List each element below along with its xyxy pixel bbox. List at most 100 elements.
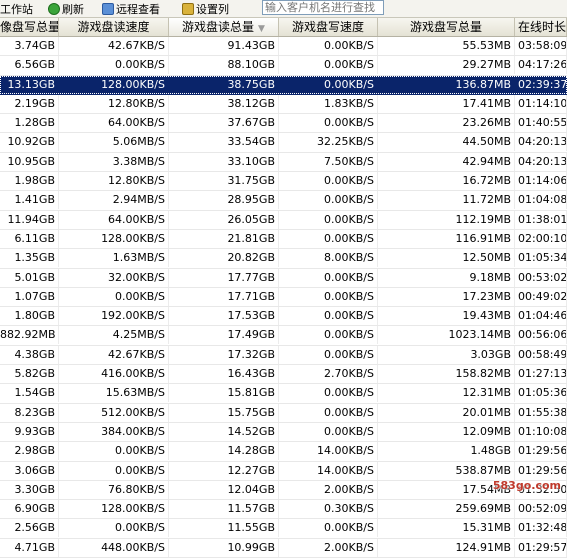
online-time-cell: 00:58:49 bbox=[515, 345, 567, 364]
game-write-speed-cell: 32.25KB/S bbox=[279, 133, 378, 152]
table-row[interactable]: 10.95GB 3.38MB/S 33.10GB 7.50KB/S 42.94MB 04:… bbox=[0, 152, 567, 173]
game-write-speed-cell: 14.00KB/S bbox=[279, 442, 378, 461]
table-row[interactable]: 6.90GB 128.00KB/S 11.57GB 0.30KB/S 259.69MB 0… bbox=[0, 500, 567, 520]
refresh-label: 刷新 bbox=[62, 2, 84, 16]
column-header-game-read-total[interactable]: 游戏盘读总量 ▼ bbox=[169, 18, 279, 36]
table-row[interactable]: 1.41GB 2.94MB/S 28.95GB 0.00KB/S 11.72MB 01:0… bbox=[0, 191, 567, 211]
game-read-speed-cell: 0.00KB/S bbox=[59, 442, 169, 461]
table-row[interactable]: 6.11GB 128.00KB/S 21.81GB 0.00KB/S 116.91MB 0… bbox=[0, 229, 567, 250]
game-write-speed-cell: 1.83KB/S bbox=[279, 94, 378, 113]
game-write-speed-cell: 0.00KB/S bbox=[279, 172, 378, 191]
search-input[interactable] bbox=[262, 0, 384, 15]
game-read-total-cell: 37.67GB bbox=[169, 114, 279, 133]
column-header-image-write-total[interactable]: 像盘写总量 bbox=[0, 18, 59, 36]
game-read-speed-cell: 0.00KB/S bbox=[59, 287, 169, 306]
image-write-total-cell: 6.90GB bbox=[0, 500, 59, 519]
game-read-speed-cell: 384.00KB/S bbox=[59, 422, 169, 441]
game-read-total-cell: 38.75GB bbox=[169, 75, 279, 94]
game-read-speed-cell: 42.67KB/S bbox=[59, 345, 169, 364]
game-write-speed-cell: 14.00KB/S bbox=[279, 461, 378, 480]
game-write-speed-cell: 8.00KB/S bbox=[279, 249, 378, 268]
game-write-speed-cell: 0.00KB/S bbox=[279, 422, 378, 441]
table-row[interactable]: 3.06GB 0.00KB/S 12.27GB 14.00KB/S 538.87MB 01… bbox=[0, 461, 567, 481]
set-columns-button[interactable]: 设置列 bbox=[182, 0, 248, 17]
game-read-total-cell: 26.05GB bbox=[169, 210, 279, 229]
column-header-game-read-speed[interactable]: 游戏盘读速度 bbox=[59, 18, 169, 36]
game-write-total-cell: 136.87MB bbox=[378, 75, 515, 94]
column-header-game-write-speed[interactable]: 游戏盘写速度 bbox=[279, 18, 378, 36]
table-row[interactable]: 11.94GB 64.00KB/S 26.05GB 0.00KB/S 112.19MB 0… bbox=[0, 210, 567, 230]
game-read-speed-cell: 76.80KB/S bbox=[59, 480, 169, 499]
column-header-game-write-total[interactable]: 游戏盘写总量 bbox=[378, 18, 515, 36]
table-row[interactable]: 882.92MB 4.25MB/S 17.49GB 0.00KB/S 1023.14MB… bbox=[0, 326, 567, 346]
online-time-cell: 00:56:06 bbox=[515, 326, 567, 345]
table-row[interactable]: 10.92GB 5.06MB/S 33.54GB 32.25KB/S 44.50MB 04… bbox=[0, 133, 567, 153]
table-row[interactable]: 6.56GB 0.00KB/S 88.10GB 0.00KB/S 29.27MB 04:1… bbox=[0, 56, 567, 76]
table-row[interactable]: 1.98GB 12.80KB/S 31.75GB 0.00KB/S 16.72MB 01:… bbox=[0, 172, 567, 192]
game-write-speed-cell: 0.00KB/S bbox=[279, 37, 378, 55]
table-row[interactable]: 1.35GB 1.63MB/S 20.82GB 8.00KB/S 12.50MB 01:0… bbox=[0, 249, 567, 269]
game-write-total-cell: 23.26MB bbox=[378, 114, 515, 133]
game-read-speed-cell: 3.38MB/S bbox=[59, 152, 169, 171]
table-row[interactable]: 5.82GB 416.00KB/S 16.43GB 2.70KB/S 158.82MB 0… bbox=[0, 365, 567, 385]
game-write-speed-cell: 0.00KB/S bbox=[279, 268, 378, 287]
game-write-speed-cell: 2.00KB/S bbox=[279, 538, 378, 557]
image-write-total-cell: 8.23GB bbox=[0, 403, 59, 422]
table-row[interactable]: 3.30GB 76.80KB/S 12.04GB 2.00KB/S 17.54MB 01:… bbox=[0, 480, 567, 501]
game-write-speed-cell: 0.00KB/S bbox=[279, 114, 378, 133]
game-write-speed-cell: 0.00KB/S bbox=[279, 210, 378, 229]
table-row[interactable]: 1.54GB 15.63MB/S 15.81GB 0.00KB/S 12.31MB 01:… bbox=[0, 384, 567, 404]
game-read-total-cell: 33.10GB bbox=[169, 152, 279, 171]
table-row[interactable]: 4.71GB 448.00KB/S 10.99GB 2.00KB/S 124.91MB 0… bbox=[0, 538, 567, 558]
client-table: 3.74GB 42.67KB/S 91.43GB 0.00KB/S 55.53MB 03:… bbox=[0, 37, 567, 558]
game-write-speed-cell: 0.30KB/S bbox=[279, 500, 378, 519]
game-read-total-cell: 17.71GB bbox=[169, 287, 279, 306]
image-write-total-cell: 1.80GB bbox=[0, 307, 59, 326]
game-read-total-cell: 28.95GB bbox=[169, 191, 279, 210]
game-write-speed-cell: 0.00KB/S bbox=[279, 75, 378, 94]
game-write-total-cell: 158.82MB bbox=[378, 365, 515, 384]
image-write-total-cell: 1.54GB bbox=[0, 384, 59, 403]
table-row[interactable]: 1.28GB 64.00KB/S 37.67GB 0.00KB/S 23.26MB 01:… bbox=[0, 114, 567, 134]
sort-descending-icon: ▼ bbox=[258, 24, 265, 34]
table-row[interactable]: 2.19GB 12.80KB/S 38.12GB 1.83KB/S 17.41MB 01:… bbox=[0, 94, 567, 115]
image-write-total-cell: 1.28GB bbox=[0, 114, 59, 133]
image-write-total-cell: 11.94GB bbox=[0, 210, 59, 229]
game-read-total-cell: 88.10GB bbox=[169, 56, 279, 75]
table-row[interactable]: 2.56GB 0.00KB/S 11.55GB 0.00KB/S 15.31MB 01:3… bbox=[0, 519, 567, 539]
table-row[interactable]: 5.01GB 32.00KB/S 17.77GB 0.00KB/S 9.18MB 00:5… bbox=[0, 268, 567, 288]
game-write-total-cell: 12.31MB bbox=[378, 384, 515, 403]
table-row[interactable]: 2.98GB 0.00KB/S 14.28GB 14.00KB/S 1.48GB 01:2… bbox=[0, 442, 567, 462]
image-write-total-cell: 882.92MB bbox=[0, 326, 59, 345]
image-write-total-cell: 1.07GB bbox=[0, 287, 59, 306]
table-row[interactable]: 13.13GB 128.00KB/S 38.75GB 0.00KB/S 136.87MB… bbox=[0, 75, 567, 95]
online-time-cell: 02:00:10 bbox=[515, 229, 567, 248]
column-header-online-time[interactable]: 在线时长 bbox=[515, 18, 567, 36]
refresh-icon bbox=[48, 2, 60, 15]
refresh-button[interactable]: 刷新 bbox=[48, 0, 102, 17]
settings-icon bbox=[182, 2, 194, 15]
online-time-cell: 04:20:13 bbox=[515, 152, 567, 171]
image-write-total-cell: 3.06GB bbox=[0, 461, 59, 480]
game-read-speed-cell: 0.00KB/S bbox=[59, 461, 169, 480]
game-read-speed-cell: 12.80KB/S bbox=[59, 94, 169, 113]
table-row[interactable]: 9.93GB 384.00KB/S 14.52GB 0.00KB/S 12.09MB 01… bbox=[0, 422, 567, 443]
game-read-speed-cell: 128.00KB/S bbox=[59, 75, 169, 94]
table-row[interactable]: 1.80GB 192.00KB/S 17.53GB 0.00KB/S 19.43MB 01… bbox=[0, 307, 567, 327]
game-write-total-cell: 20.01MB bbox=[378, 403, 515, 422]
remote-view-button[interactable]: 远程查看 bbox=[102, 0, 182, 17]
table-row[interactable]: 4.38GB 42.67KB/S 17.32GB 0.00KB/S 3.03GB 00:5… bbox=[0, 345, 567, 366]
image-write-total-cell: 5.82GB bbox=[0, 365, 59, 384]
workstation-tab[interactable]: 工作站 bbox=[0, 0, 48, 17]
table-row[interactable]: 8.23GB 512.00KB/S 15.75GB 0.00KB/S 20.01MB 01… bbox=[0, 403, 567, 423]
online-time-cell: 01:29:56 bbox=[515, 461, 567, 480]
table-row[interactable]: 1.07GB 0.00KB/S 17.71GB 0.00KB/S 17.23MB 00:4… bbox=[0, 287, 567, 308]
table-row[interactable]: 3.74GB 42.67KB/S 91.43GB 0.00KB/S 55.53MB 03:… bbox=[0, 37, 567, 57]
game-read-speed-cell: 0.00KB/S bbox=[59, 519, 169, 538]
online-time-cell: 00:52:09 bbox=[515, 500, 567, 519]
game-write-speed-cell: 0.00KB/S bbox=[279, 519, 378, 538]
game-write-total-cell: 9.18MB bbox=[378, 268, 515, 287]
image-write-total-cell: 2.56GB bbox=[0, 519, 59, 538]
online-time-cell: 01:29:56 bbox=[515, 442, 567, 461]
game-read-speed-cell: 128.00KB/S bbox=[59, 229, 169, 248]
